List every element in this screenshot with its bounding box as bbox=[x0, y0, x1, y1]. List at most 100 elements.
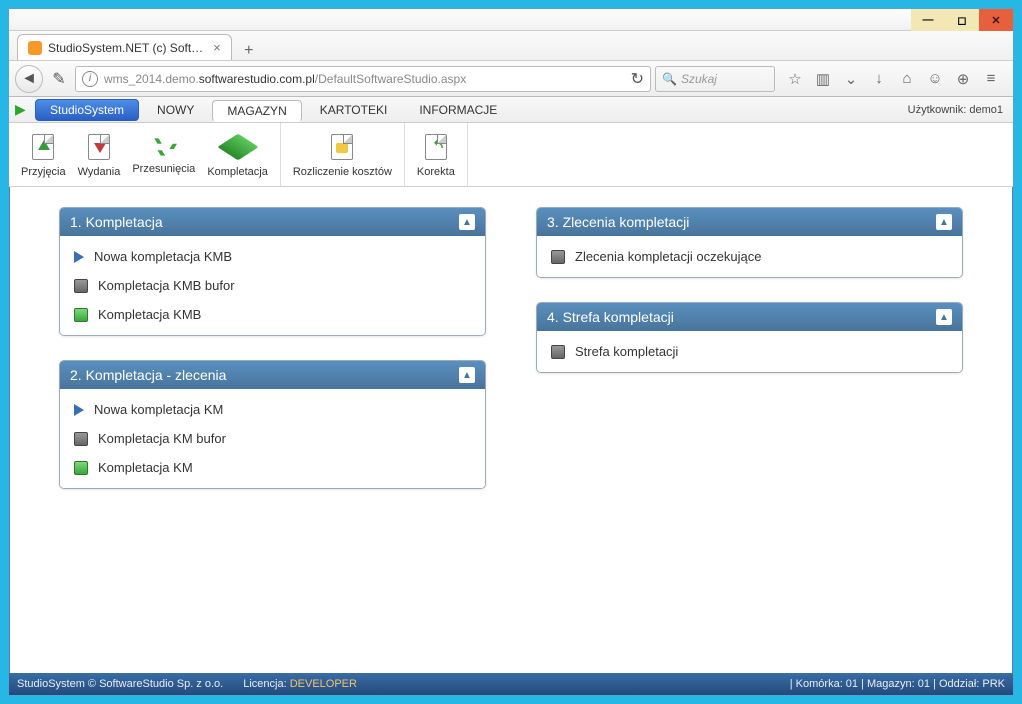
play-blue-icon bbox=[74, 251, 84, 263]
panel-item-label: Kompletacja KMB bufor bbox=[98, 278, 235, 293]
collapse-icon[interactable]: ▲ bbox=[936, 309, 952, 325]
ribbon-group-1: Przyjęcia Wydania Przesunięcia Kompletac… bbox=[9, 123, 281, 186]
menu-informacje[interactable]: INFORMACJE bbox=[405, 99, 511, 121]
square-green-icon bbox=[74, 461, 88, 475]
collapse-icon[interactable]: ▲ bbox=[459, 214, 475, 230]
url-text: wms_2014.demo.softwarestudio.com.pl/Defa… bbox=[104, 72, 625, 86]
square-gray-icon bbox=[551, 345, 565, 359]
downloads-icon[interactable]: ↓ bbox=[869, 70, 889, 88]
ribbon-korekta[interactable]: Korekta bbox=[411, 127, 461, 182]
browser-tab[interactable]: StudioSystem.NET (c) Soft… × bbox=[17, 34, 232, 60]
readmode-button[interactable]: ✎ bbox=[47, 67, 71, 91]
url-bar[interactable]: i wms_2014.demo.softwarestudio.com.pl/De… bbox=[75, 66, 651, 92]
panel-title: 4. Strefa kompletacji bbox=[547, 309, 674, 325]
panel-header[interactable]: 1. Kompletacja ▲ bbox=[60, 208, 485, 236]
square-gray-icon bbox=[74, 279, 88, 293]
panel-item-label: Nowa kompletacja KM bbox=[94, 402, 223, 417]
cube-icon bbox=[217, 134, 258, 161]
left-column: 1. Kompletacja ▲ Nowa kompletacja KMB Kompl… bbox=[59, 207, 486, 651]
tab-close-icon[interactable]: × bbox=[213, 40, 221, 55]
panel-item-label: Kompletacja KM bbox=[98, 460, 193, 475]
browser-tabstrip: StudioSystem.NET (c) Soft… × + bbox=[9, 31, 1013, 61]
square-gray-icon bbox=[551, 250, 565, 264]
status-copyright: StudioSystem © SoftwareStudio Sp. z o.o. bbox=[17, 678, 223, 690]
search-box[interactable]: 🔍 Szukaj bbox=[655, 66, 775, 92]
ribbon-kompletacja[interactable]: Kompletacja bbox=[201, 127, 274, 182]
ribbon-group-3: Korekta bbox=[405, 123, 468, 186]
titlebar: — ◻ ✕ bbox=[9, 9, 1013, 31]
search-icon: 🔍 bbox=[662, 72, 677, 86]
panel-title: 3. Zlecenia kompletacji bbox=[547, 214, 689, 230]
library-icon[interactable]: ▥ bbox=[813, 70, 833, 88]
new-tab-button[interactable]: + bbox=[238, 42, 260, 60]
panel-title: 1. Kompletacja bbox=[70, 214, 163, 230]
right-column: 3. Zlecenia kompletacji ▲ Zlecenia komplet… bbox=[536, 207, 963, 651]
minimize-button[interactable]: — bbox=[911, 9, 945, 31]
panel-item-label: Kompletacja KMB bbox=[98, 307, 201, 322]
favicon-icon bbox=[28, 41, 42, 55]
menu-magazyn[interactable]: MAGAZYN bbox=[212, 100, 301, 122]
panel-body: Strefa kompletacji bbox=[537, 331, 962, 372]
panel-item[interactable]: Kompletacja KMB bbox=[64, 300, 481, 329]
toolbar-icons: ☆ ▥ ⌄ ↓ ⌂ ☺ ⊕ ≡ bbox=[779, 70, 1007, 88]
menu-kartoteki[interactable]: KARTOTEKI bbox=[306, 99, 402, 121]
license-link[interactable]: DEVELOPER bbox=[290, 678, 357, 690]
panel: 2. Kompletacja - zlecenia ▲ Nowa kompletac… bbox=[59, 360, 486, 489]
status-right: | Komórka: 01 | Magazyn: 01 | Oddział: P… bbox=[790, 678, 1005, 690]
search-placeholder: Szukaj bbox=[681, 72, 717, 86]
home-icon[interactable]: ⌂ bbox=[897, 70, 917, 88]
globe-icon[interactable]: ⊕ bbox=[953, 70, 973, 88]
site-info-icon[interactable]: i bbox=[82, 71, 98, 87]
maximize-button[interactable]: ◻ bbox=[945, 9, 979, 31]
menu-icon[interactable]: ≡ bbox=[981, 70, 1001, 88]
collapse-icon[interactable]: ▲ bbox=[936, 214, 952, 230]
ribbon-wydania[interactable]: Wydania bbox=[72, 127, 127, 182]
run-icon[interactable]: ▶ bbox=[15, 101, 33, 118]
panel-header[interactable]: 3. Zlecenia kompletacji ▲ bbox=[537, 208, 962, 236]
browser-window: — ◻ ✕ StudioSystem.NET (c) Soft… × + ◄ ✎… bbox=[8, 8, 1014, 696]
collapse-icon[interactable]: ▲ bbox=[459, 367, 475, 383]
ribbon-przyjecia[interactable]: Przyjęcia bbox=[15, 127, 72, 182]
panel-body: Zlecenia kompletacji oczekujące bbox=[537, 236, 962, 277]
tab-title: StudioSystem.NET (c) Soft… bbox=[48, 41, 203, 55]
panel-item[interactable]: Kompletacja KM bufor bbox=[64, 424, 481, 453]
panel-title: 2. Kompletacja - zlecenia bbox=[70, 367, 226, 383]
panel: 1. Kompletacja ▲ Nowa kompletacja KMB Kompl… bbox=[59, 207, 486, 336]
menu-nowy[interactable]: NOWY bbox=[143, 99, 208, 121]
chat-icon[interactable]: ☺ bbox=[925, 70, 945, 88]
ribbon-przesuniecia[interactable]: Przesunięcia bbox=[126, 127, 201, 182]
square-green-icon bbox=[74, 308, 88, 322]
panel-item-label: Nowa kompletacja KMB bbox=[94, 249, 232, 264]
panel: 4. Strefa kompletacji ▲ Strefa kompletacji bbox=[536, 302, 963, 373]
browser-navbar: ◄ ✎ i wms_2014.demo.softwarestudio.com.p… bbox=[9, 61, 1013, 97]
ribbon-rozliczenie[interactable]: Rozliczenie kosztów bbox=[287, 127, 398, 182]
bookmark-icon[interactable]: ☆ bbox=[785, 70, 805, 88]
panel-item-label: Strefa kompletacji bbox=[575, 344, 678, 359]
play-blue-icon bbox=[74, 404, 84, 416]
panel-body: Nowa kompletacja KM Kompletacja KM bufor K… bbox=[60, 389, 485, 488]
panel-item[interactable]: Strefa kompletacji bbox=[541, 337, 958, 366]
panel-item[interactable]: Zlecenia kompletacji oczekujące bbox=[541, 242, 958, 271]
back-button[interactable]: ◄ bbox=[15, 65, 43, 93]
panel-item[interactable]: Nowa kompletacja KM bbox=[64, 395, 481, 424]
panel: 3. Zlecenia kompletacji ▲ Zlecenia komplet… bbox=[536, 207, 963, 278]
panel-item[interactable]: Nowa kompletacja KMB bbox=[64, 242, 481, 271]
reload-icon[interactable]: ↻ bbox=[631, 69, 644, 89]
status-license: Licencja: DEVELOPER bbox=[243, 678, 357, 690]
panel-item-label: Kompletacja KM bufor bbox=[98, 431, 226, 446]
pocket-icon[interactable]: ⌄ bbox=[841, 70, 861, 88]
square-gray-icon bbox=[74, 432, 88, 446]
status-bar: StudioSystem © SoftwareStudio Sp. z o.o.… bbox=[9, 673, 1013, 695]
menu-brand[interactable]: StudioSystem bbox=[35, 99, 139, 121]
panel-item[interactable]: Kompletacja KMB bufor bbox=[64, 271, 481, 300]
panel-item-label: Zlecenia kompletacji oczekujące bbox=[575, 249, 761, 264]
ribbon-group-2: Rozliczenie kosztów bbox=[281, 123, 405, 186]
panel-body: Nowa kompletacja KMB Kompletacja KMB bufo… bbox=[60, 236, 485, 335]
recycle-icon bbox=[151, 134, 177, 160]
panel-header[interactable]: 2. Kompletacja - zlecenia ▲ bbox=[60, 361, 485, 389]
panel-header[interactable]: 4. Strefa kompletacji ▲ bbox=[537, 303, 962, 331]
panel-item[interactable]: Kompletacja KM bbox=[64, 453, 481, 482]
user-label: Użytkownik: demo1 bbox=[908, 104, 1013, 116]
close-button[interactable]: ✕ bbox=[979, 9, 1013, 31]
content-area: 1. Kompletacja ▲ Nowa kompletacja KMB Kompl… bbox=[9, 189, 1013, 669]
